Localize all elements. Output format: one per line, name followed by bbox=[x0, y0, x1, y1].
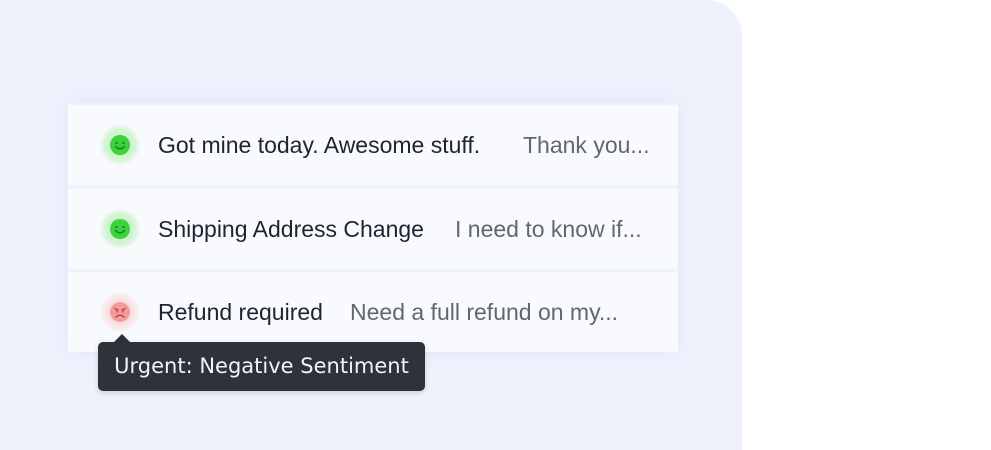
message-preview: I need to know if... bbox=[455, 216, 642, 242]
tooltip-arrow bbox=[114, 334, 130, 342]
sentiment-indicator-positive bbox=[100, 125, 140, 165]
sentiment-tooltip: Urgent: Negative Sentiment bbox=[98, 342, 425, 391]
sentiment-indicator-positive bbox=[100, 209, 140, 249]
message-subject: Refund required bbox=[158, 299, 323, 325]
sentiment-indicator-negative[interactable] bbox=[100, 292, 140, 332]
smiley-face-icon bbox=[110, 135, 130, 155]
message-list: Got mine today. Awesome stuff. Thank you… bbox=[68, 103, 678, 352]
message-row[interactable]: Shipping Address Change I need to know i… bbox=[68, 189, 678, 269]
message-preview: Thank you... bbox=[523, 132, 650, 158]
message-row[interactable]: Refund required Need a full refund on my… bbox=[68, 272, 678, 352]
message-preview: Need a full refund on my... bbox=[350, 299, 619, 325]
angry-face-icon bbox=[110, 302, 130, 322]
message-subject: Got mine today. Awesome stuff. bbox=[158, 132, 481, 158]
smiley-face-icon bbox=[110, 219, 130, 239]
message-row[interactable]: Got mine today. Awesome stuff. Thank you… bbox=[68, 105, 678, 185]
message-subject: Shipping Address Change bbox=[158, 216, 424, 242]
